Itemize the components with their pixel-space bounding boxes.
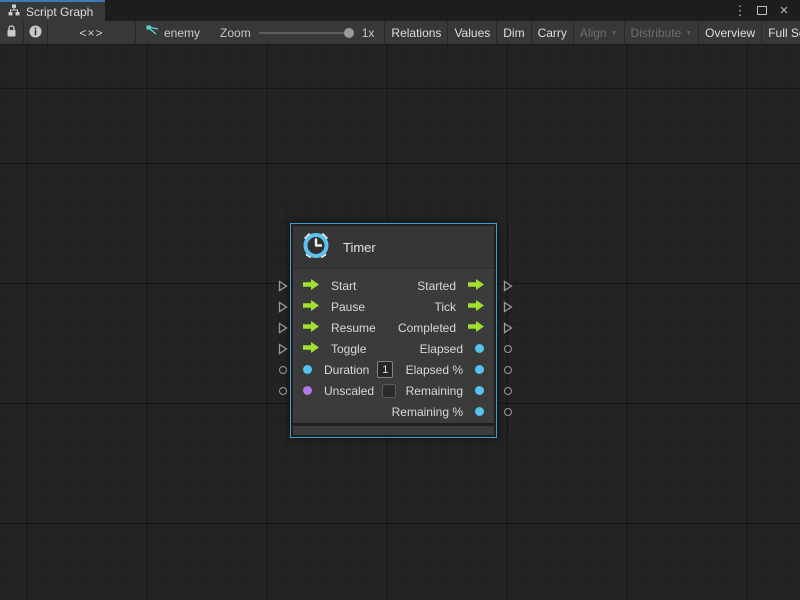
node-row: Start Started xyxy=(293,275,494,296)
external-data-port-elapsed[interactable] xyxy=(502,364,513,376)
external-data-port-elapsed[interactable] xyxy=(502,343,513,355)
toolbar-button-label: Align xyxy=(580,26,607,40)
flow-port-icon[interactable] xyxy=(303,319,319,337)
tab-script-graph[interactable]: Script Graph xyxy=(0,0,105,21)
toolbar-button-label: Distribute xyxy=(631,26,682,40)
node-rows: Start Started Pause Tick Resume Completed Togg… xyxy=(293,269,494,422)
flow-port-icon[interactable] xyxy=(468,319,484,337)
toolbar-button-label: Carry xyxy=(538,26,567,40)
port-label-remaining: Remaining % xyxy=(392,405,463,419)
lock-icon xyxy=(6,25,17,41)
node-title: Timer xyxy=(343,240,376,255)
bool-port-icon[interactable] xyxy=(303,386,312,395)
node-row: Resume Completed xyxy=(293,317,494,338)
code-view-button[interactable]: <×> xyxy=(48,21,136,44)
port-label-start: Start xyxy=(331,279,356,293)
flow-port-icon[interactable] xyxy=(468,277,484,295)
toolbar-button-overview[interactable]: Overview xyxy=(699,21,762,44)
script-graph-window: Script Graph ⋮ × xyxy=(0,0,800,600)
zoom-slider[interactable] xyxy=(259,32,354,34)
port-label-duration: Duration xyxy=(324,363,369,377)
toolbar-button-label: Full Screen xyxy=(768,26,800,40)
zoom-label: Zoom xyxy=(220,26,251,40)
external-flow-port-completed[interactable] xyxy=(502,322,513,334)
node-footer xyxy=(293,426,494,435)
breadcrumb-label: enemy xyxy=(164,26,200,40)
port-label-completed: Completed xyxy=(398,321,456,335)
maximize-icon[interactable] xyxy=(754,3,770,19)
toolbar-button-values[interactable]: Values xyxy=(448,21,497,44)
toolbar-button-full-screen[interactable]: Full Screen xyxy=(762,21,800,44)
tab-title: Script Graph xyxy=(26,5,93,19)
node-row: Duration 1 Elapsed % xyxy=(293,359,494,380)
node-row: Unscaled Remaining xyxy=(293,380,494,401)
external-flow-port-pause[interactable] xyxy=(277,301,288,313)
lock-button[interactable] xyxy=(0,21,24,44)
data-port-icon[interactable] xyxy=(475,386,484,395)
close-icon[interactable]: × xyxy=(776,3,792,19)
tab-bar: Script Graph ⋮ × xyxy=(0,0,800,21)
toolbar-button-carry[interactable]: Carry xyxy=(532,21,574,44)
zoom-value: 1x xyxy=(362,26,375,40)
toolbar-button-label: Values xyxy=(454,26,490,40)
port-label-elapsed: Elapsed xyxy=(420,342,463,356)
toolbar-button-dim[interactable]: Dim xyxy=(497,21,531,44)
alarm-clock-icon xyxy=(301,230,331,265)
node-row: Remaining % xyxy=(293,401,494,422)
external-data-port-remaining[interactable] xyxy=(502,385,513,397)
menu-icon[interactable]: ⋮ xyxy=(732,3,748,19)
duration-input[interactable]: 1 xyxy=(377,361,393,378)
info-button[interactable] xyxy=(24,21,48,44)
port-label-elapsed: Elapsed % xyxy=(406,363,463,377)
toolbar-button-align[interactable]: Align ▼ xyxy=(574,21,625,44)
flow-port-icon[interactable] xyxy=(303,298,319,316)
flow-port-icon[interactable] xyxy=(303,340,319,358)
flow-port-icon[interactable] xyxy=(468,298,484,316)
port-label-remaining: Remaining xyxy=(406,384,463,398)
data-port-icon[interactable] xyxy=(475,407,484,416)
port-label-toggle: Toggle xyxy=(331,342,366,356)
data-port-icon[interactable] xyxy=(475,344,484,353)
toolbar-buttons: RelationsValuesDimCarryAlign▼Distribute▼… xyxy=(384,21,800,44)
toolbar-button-label: Overview xyxy=(705,26,755,40)
breadcrumb[interactable]: enemy xyxy=(136,21,210,44)
port-label-started: Started xyxy=(417,279,456,293)
port-label-unscaled: Unscaled xyxy=(324,384,374,398)
external-data-port-unscaled[interactable] xyxy=(277,385,288,397)
external-flow-port-toggle[interactable] xyxy=(277,343,288,355)
chevron-down-icon: ▼ xyxy=(685,30,692,37)
external-flow-port-start[interactable] xyxy=(277,280,288,292)
port-label-pause: Pause xyxy=(331,300,365,314)
toolbar-button-label: Relations xyxy=(391,26,441,40)
timer-node[interactable]: Timer Start Started Pause Tick Resume Complet… xyxy=(290,223,497,438)
external-flow-port-resume[interactable] xyxy=(277,322,288,334)
window-controls: ⋮ × xyxy=(732,0,800,21)
external-flow-port-tick[interactable] xyxy=(502,301,513,313)
zoom-control: Zoom 1x xyxy=(210,21,384,44)
graph-canvas[interactable]: Timer Start Started Pause Tick Resume Complet… xyxy=(0,45,800,600)
toolbar-button-distribute[interactable]: Distribute▼ xyxy=(625,21,700,44)
info-icon xyxy=(29,25,42,41)
timer-node-body: Timer Start Started Pause Tick Resume Complet… xyxy=(293,226,494,423)
zoom-slider-thumb[interactable] xyxy=(344,28,354,38)
data-port-icon[interactable] xyxy=(303,365,312,374)
port-label-resume: Resume xyxy=(331,321,376,335)
graph-node-icon xyxy=(146,25,159,40)
timer-node-header[interactable]: Timer xyxy=(293,226,494,269)
script-graph-icon xyxy=(8,4,20,19)
node-row: Pause Tick xyxy=(293,296,494,317)
data-port-icon[interactable] xyxy=(475,365,484,374)
toolbar-button-label: Dim xyxy=(503,26,524,40)
external-flow-port-started[interactable] xyxy=(502,280,513,292)
external-data-port-remaining[interactable] xyxy=(502,406,513,418)
graph-toolbar: <×> enemy Zoom 1x Relations Values Dim Carr… xyxy=(0,21,800,45)
toolbar-button-relations[interactable]: Relations xyxy=(385,21,448,44)
code-icon: <×> xyxy=(79,26,103,40)
unscaled-checkbox[interactable] xyxy=(382,384,396,398)
flow-port-icon[interactable] xyxy=(303,277,319,295)
chevron-down-icon: ▼ xyxy=(611,30,618,37)
node-row: Toggle Elapsed xyxy=(293,338,494,359)
external-data-port-duration[interactable] xyxy=(277,364,288,376)
port-label-tick: Tick xyxy=(434,300,456,314)
